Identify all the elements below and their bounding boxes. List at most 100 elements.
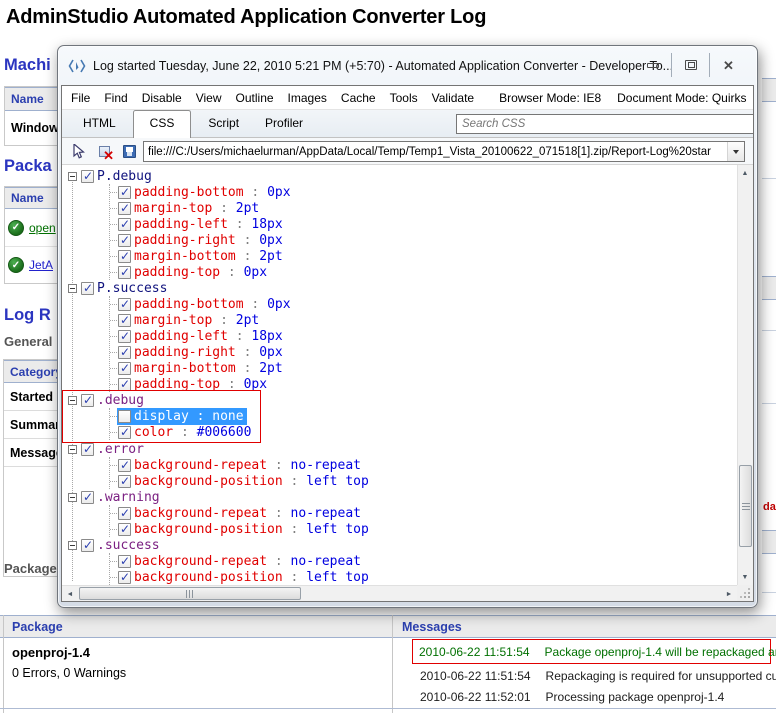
collapse-toggle-icon[interactable]: [68, 396, 77, 405]
css-property-row[interactable]: padding-left : 18px: [110, 328, 737, 344]
collapse-toggle-icon[interactable]: [68, 541, 77, 550]
css-selector-row[interactable]: .success: [68, 537, 737, 553]
css-property-row[interactable]: padding-bottom : 0px: [110, 184, 737, 200]
css-property-row[interactable]: margin-bottom : 2pt: [110, 248, 737, 264]
address-combobox[interactable]: file:///C:/Users/michaelurman/AppData/Lo…: [143, 141, 745, 162]
property-checkbox[interactable]: [118, 250, 131, 263]
scroll-down-arrow[interactable]: ▼: [737, 569, 753, 585]
css-property-row[interactable]: color : #006600: [110, 424, 254, 440]
collapse-toggle-icon[interactable]: [68, 172, 77, 181]
menu-item-disable[interactable]: Disable: [135, 91, 189, 105]
property-checkbox[interactable]: [118, 459, 131, 472]
css-property-row[interactable]: background-repeat : no-repeat: [110, 457, 737, 473]
property-checkbox[interactable]: [118, 410, 131, 423]
maximize-button[interactable]: [672, 53, 709, 77]
css-property-row[interactable]: padding-right : 0px: [110, 232, 737, 248]
css-property-row[interactable]: background-position : left top: [110, 521, 737, 537]
css-property-row[interactable]: margin-top : 2pt: [110, 200, 737, 216]
css-property-row[interactable]: background-position : left top: [110, 473, 737, 489]
menu-item-tools[interactable]: Tools: [383, 91, 425, 105]
menu-item-outline[interactable]: Outline: [229, 91, 281, 105]
property-checkbox[interactable]: [118, 426, 131, 439]
css-property-row[interactable]: padding-left : 18px: [110, 216, 737, 232]
property-checkbox[interactable]: [118, 202, 131, 215]
css-selector-row[interactable]: .warning: [68, 489, 737, 505]
property-checkbox[interactable]: [118, 523, 131, 536]
minimize-button[interactable]: [634, 53, 671, 77]
menu-item-cache[interactable]: Cache: [334, 91, 383, 105]
vertical-scroll-thumb[interactable]: [739, 465, 752, 547]
css-selector-row[interactable]: .error: [68, 441, 737, 457]
menu-item-file[interactable]: File: [64, 91, 97, 105]
selected-property: display : none: [117, 408, 247, 425]
menu-item-validate[interactable]: Validate: [425, 91, 481, 105]
property-colon: :: [189, 409, 212, 424]
document-mode-menu[interactable]: Document Mode: Quirks: [609, 91, 754, 105]
package-link-jetaudio[interactable]: JetA: [29, 258, 53, 272]
address-url[interactable]: file:///C:/Users/michaelurman/AppData/Lo…: [144, 142, 727, 161]
window-titlebar[interactable]: Log started Tuesday, June 22, 2010 5:21 …: [58, 46, 757, 85]
property-checkbox[interactable]: [118, 330, 131, 343]
package-link-openproj[interactable]: open: [29, 221, 56, 235]
horizontal-scrollbar[interactable]: ◄ ►: [62, 585, 737, 601]
menu-item-images[interactable]: Images: [281, 91, 334, 105]
rule-checkbox[interactable]: [81, 394, 94, 407]
clear-styles-icon[interactable]: ✕: [94, 142, 114, 160]
window-title: Log started Tuesday, June 22, 2010 5:21 …: [93, 59, 673, 73]
browser-mode-menu[interactable]: Browser Mode: IE8: [491, 91, 609, 105]
rule-checkbox[interactable]: [81, 170, 94, 183]
css-property-row[interactable]: padding-right : 0px: [110, 344, 737, 360]
property-checkbox[interactable]: [118, 571, 131, 584]
scroll-left-arrow[interactable]: ◄: [62, 586, 78, 602]
page-fragment: [762, 178, 776, 179]
css-property-row[interactable]: display : none: [110, 408, 254, 424]
collapse-toggle-icon[interactable]: [68, 284, 77, 293]
property-checkbox[interactable]: [118, 234, 131, 247]
css-selector-row[interactable]: P.success: [68, 280, 737, 296]
property-colon: :: [236, 249, 259, 264]
property-checkbox[interactable]: [118, 186, 131, 199]
property-checkbox[interactable]: [118, 475, 131, 488]
rule-checkbox[interactable]: [81, 443, 94, 456]
search-input[interactable]: [457, 118, 754, 130]
property-checkbox[interactable]: [118, 298, 131, 311]
css-property-row[interactable]: background-position : left top: [110, 569, 737, 585]
property-checkbox[interactable]: [118, 362, 131, 375]
collapse-toggle-icon[interactable]: [68, 445, 77, 454]
tab-html[interactable]: HTML: [70, 111, 129, 137]
save-icon[interactable]: [119, 142, 139, 160]
vertical-scrollbar[interactable]: ▲ ▼: [737, 165, 753, 585]
css-selector-row[interactable]: P.debug: [68, 168, 737, 184]
css-property-row[interactable]: background-repeat : no-repeat: [110, 505, 737, 521]
horizontal-scroll-thumb[interactable]: [79, 587, 301, 600]
css-selector-row[interactable]: .debug: [68, 392, 254, 408]
property-checkbox[interactable]: [118, 218, 131, 231]
property-checkbox[interactable]: [118, 314, 131, 327]
css-property-row[interactable]: padding-top : 0px: [110, 264, 737, 280]
tab-profiler[interactable]: Profiler: [252, 111, 316, 137]
scroll-up-arrow[interactable]: ▲: [737, 165, 753, 181]
rule-checkbox[interactable]: [81, 491, 94, 504]
property-checkbox[interactable]: [118, 378, 131, 391]
report-header-row: Package Messages: [0, 615, 776, 638]
property-checkbox[interactable]: [118, 507, 131, 520]
scroll-right-arrow[interactable]: ►: [721, 586, 737, 602]
css-property-row[interactable]: margin-top : 2pt: [110, 312, 737, 328]
rule-checkbox[interactable]: [81, 539, 94, 552]
menu-item-find[interactable]: Find: [97, 91, 134, 105]
tab-css[interactable]: CSS: [133, 110, 192, 138]
close-button[interactable]: ✕: [710, 53, 747, 77]
select-element-cursor-icon[interactable]: [69, 142, 89, 160]
css-property-row[interactable]: background-repeat : no-repeat: [110, 553, 737, 569]
property-checkbox[interactable]: [118, 266, 131, 279]
tab-script[interactable]: Script: [195, 111, 252, 137]
css-property-row[interactable]: padding-bottom : 0px: [110, 296, 737, 312]
collapse-toggle-icon[interactable]: [68, 493, 77, 502]
resize-grip[interactable]: [737, 585, 753, 601]
css-property-row[interactable]: margin-bottom : 2pt: [110, 360, 737, 376]
rule-checkbox[interactable]: [81, 282, 94, 295]
property-checkbox[interactable]: [118, 346, 131, 359]
menu-item-view[interactable]: View: [189, 91, 229, 105]
dropdown-button[interactable]: [727, 142, 744, 161]
property-checkbox[interactable]: [118, 555, 131, 568]
